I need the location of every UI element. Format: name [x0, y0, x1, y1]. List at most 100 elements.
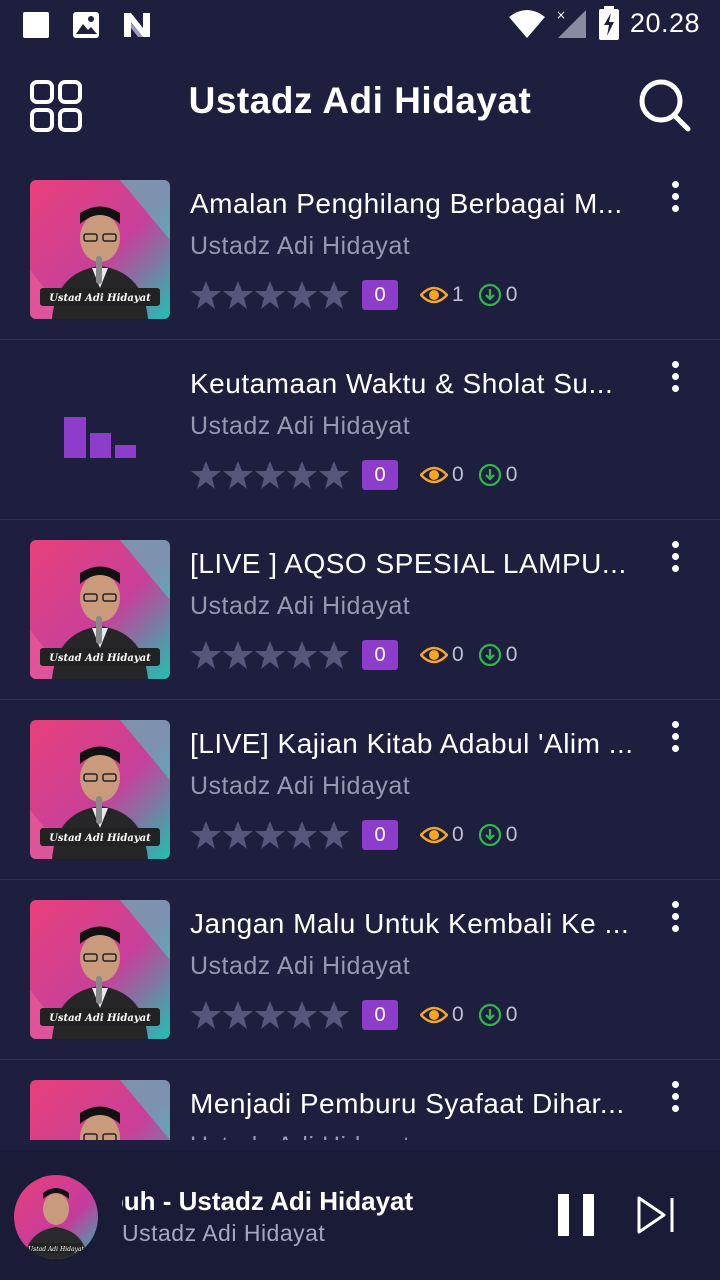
- star-icon[interactable]: [222, 279, 254, 311]
- track-artist: Ustadz Adi Hidayat: [190, 1132, 410, 1140]
- status-time: 20.28: [629, 7, 700, 38]
- signal-icon: ×: [556, 8, 586, 38]
- rating-badge: 0: [362, 820, 398, 850]
- star-icon[interactable]: [318, 459, 350, 491]
- star-icon[interactable]: [254, 819, 286, 851]
- downloads-count: 0: [478, 463, 517, 487]
- list-item[interactable]: Ustad Adi Hidayat [LIVE ] AQSO SPESIAL L…: [0, 520, 720, 700]
- page-title: Ustadz Adi Hidayat: [188, 80, 532, 121]
- eye-icon: [420, 826, 448, 844]
- player-track-title: ubuh - Ustadz Adi Hidayat: [122, 1186, 542, 1217]
- list-item[interactable]: Ustad Adi Hidayat Amalan Penghilang Berb…: [0, 160, 720, 340]
- rating-badge: 0: [362, 1000, 398, 1030]
- eye-icon: [420, 646, 448, 664]
- thumbnail-caption: Ustad Adi Hidayat: [49, 653, 151, 664]
- rating-stars[interactable]: [190, 279, 350, 311]
- star-icon[interactable]: [190, 639, 222, 671]
- star-icon[interactable]: [286, 459, 318, 491]
- track-artist: Ustadz Adi Hidayat: [190, 232, 411, 260]
- more-options-icon[interactable]: [660, 358, 690, 394]
- track-title[interactable]: Menjadi Pemburu Syafaat Dihar...: [190, 1088, 635, 1120]
- search-icon[interactable]: [636, 76, 694, 136]
- track-meta: 0 0 0: [190, 818, 517, 852]
- rating-stars[interactable]: [190, 639, 350, 671]
- star-icon[interactable]: [254, 639, 286, 671]
- star-icon[interactable]: [318, 819, 350, 851]
- star-icon[interactable]: [222, 819, 254, 851]
- views-value: 0: [452, 1003, 464, 1026]
- track-thumbnail[interactable]: Ustad Adi Hidayat: [30, 720, 170, 859]
- star-icon[interactable]: [190, 279, 222, 311]
- rating-stars[interactable]: [190, 459, 350, 491]
- views-value: 0: [452, 643, 464, 666]
- star-icon[interactable]: [286, 639, 318, 671]
- star-icon[interactable]: [318, 999, 350, 1031]
- downloads-value: 0: [505, 823, 518, 846]
- more-options-icon[interactable]: [660, 178, 690, 214]
- downloads-value: 0: [505, 283, 518, 306]
- n-app-icon: [124, 13, 150, 37]
- star-icon[interactable]: [254, 999, 286, 1031]
- track-list[interactable]: Ustad Adi Hidayat Amalan Penghilang Berb…: [0, 160, 720, 1140]
- player-album-art[interactable]: Ustad Adi Hidayat: [14, 1175, 98, 1259]
- list-item[interactable]: Ustad Adi Hidayat Menjadi Pemburu Syafaa…: [0, 1060, 720, 1140]
- views-value: 1: [452, 283, 464, 306]
- star-icon[interactable]: [190, 459, 222, 491]
- track-title[interactable]: [LIVE ] AQSO SPESIAL LAMPU...: [190, 548, 635, 580]
- mini-player[interactable]: Ustad Adi Hidayat ubuh - Ustadz Adi Hida…: [0, 1150, 720, 1280]
- star-icon[interactable]: [286, 819, 318, 851]
- more-options-icon[interactable]: [660, 718, 690, 754]
- image-icon: [73, 12, 99, 38]
- star-icon[interactable]: [190, 999, 222, 1031]
- thumbnail-caption: Ustad Adi Hidayat: [49, 833, 151, 844]
- rating-badge: 0: [362, 640, 398, 670]
- views-count: 0: [420, 643, 464, 667]
- eye-icon: [420, 1006, 448, 1024]
- rating-stars[interactable]: [190, 999, 350, 1031]
- svg-text:×: ×: [556, 8, 566, 22]
- downloads-value: 0: [505, 643, 518, 666]
- download-icon: [478, 823, 501, 847]
- more-options-icon[interactable]: [660, 898, 690, 934]
- star-icon[interactable]: [318, 279, 350, 311]
- more-options-icon[interactable]: [660, 1078, 690, 1114]
- track-title[interactable]: [LIVE] Kajian Kitab Adabul 'Alim ...: [190, 728, 635, 760]
- downloads-count: 0: [478, 283, 518, 307]
- eye-icon: [420, 466, 448, 484]
- star-icon[interactable]: [222, 639, 254, 671]
- rating-stars[interactable]: [190, 819, 350, 851]
- list-item[interactable]: Ustad Adi Hidayat Jangan Malu Untuk Kemb…: [0, 880, 720, 1060]
- star-icon[interactable]: [254, 459, 286, 491]
- star-icon[interactable]: [222, 459, 254, 491]
- rating-badge: 0: [362, 280, 398, 310]
- views-count: 0: [420, 1003, 464, 1027]
- more-options-icon[interactable]: [660, 538, 690, 574]
- pause-icon[interactable]: [556, 1192, 596, 1238]
- eye-icon: [420, 286, 448, 304]
- list-item[interactable]: Keutamaan Waktu & Sholat Su... Ustadz Ad…: [0, 340, 720, 520]
- rating-badge: 0: [362, 460, 398, 490]
- track-thumbnail[interactable]: Ustad Adi Hidayat: [30, 1080, 170, 1140]
- track-artist: Ustadz Adi Hidayat: [190, 592, 411, 620]
- track-meta: 0 0 0: [190, 998, 517, 1032]
- downloads-count: 0: [478, 643, 518, 667]
- track-title[interactable]: Keutamaan Waktu & Sholat Su...: [190, 368, 635, 400]
- views-value: 0: [452, 463, 464, 486]
- star-icon[interactable]: [190, 819, 222, 851]
- wifi-icon: [508, 10, 545, 38]
- list-item[interactable]: Ustad Adi Hidayat [LIVE] Kajian Kitab Ad…: [0, 700, 720, 880]
- track-thumbnail[interactable]: Ustad Adi Hidayat: [30, 180, 170, 319]
- track-thumbnail[interactable]: Ustad Adi Hidayat: [30, 900, 170, 1039]
- star-icon[interactable]: [286, 999, 318, 1031]
- star-icon[interactable]: [222, 999, 254, 1031]
- views-count: 1: [420, 283, 464, 307]
- skip-next-icon[interactable]: [636, 1195, 676, 1235]
- star-icon[interactable]: [254, 279, 286, 311]
- star-icon[interactable]: [286, 279, 318, 311]
- star-icon[interactable]: [318, 639, 350, 671]
- track-thumbnail[interactable]: Ustad Adi Hidayat: [30, 540, 170, 679]
- track-artist: Ustadz Adi Hidayat: [190, 952, 411, 980]
- track-title[interactable]: Jangan Malu Untuk Kembali Ke ...: [190, 908, 635, 940]
- audio-bars-icon[interactable]: [30, 360, 170, 499]
- track-title[interactable]: Amalan Penghilang Berbagai M...: [190, 188, 635, 220]
